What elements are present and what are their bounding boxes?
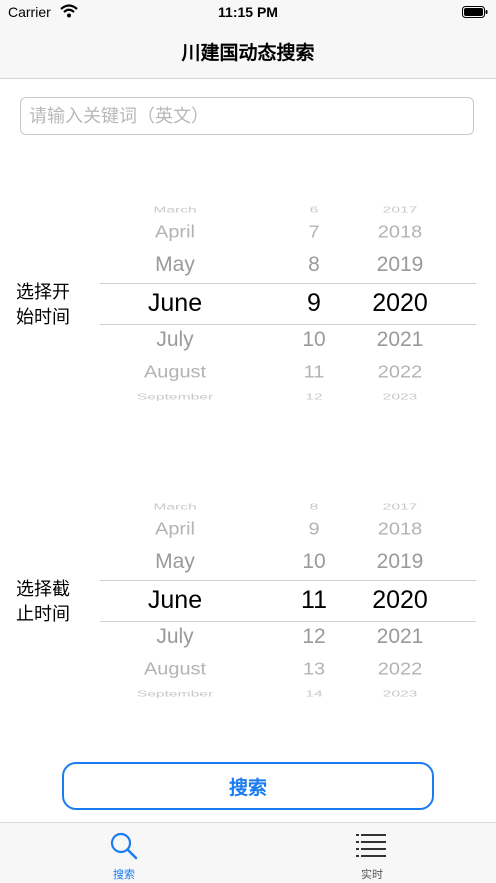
picker-year-option[interactable]: 2021: [320, 625, 480, 649]
picker-month-option[interactable]: July: [95, 328, 255, 352]
navigation-bar: 川建国动态搜索: [0, 24, 496, 79]
picker-year-option[interactable]: 2017: [304, 205, 496, 215]
picker-month-option[interactable]: July: [95, 625, 255, 649]
status-bar: Carrier 11:15 PM: [0, 0, 496, 24]
battery-icon: [462, 6, 488, 18]
picker-month-option[interactable]: May: [95, 550, 255, 574]
page-title: 川建国动态搜索: [181, 42, 315, 64]
list-icon: [356, 834, 386, 857]
end-date-picker[interactable]: March April May June July August September 8 9 10…: [100, 491, 480, 711]
picker-year-option[interactable]: 2020: [320, 289, 480, 318]
picker-year-option[interactable]: 2018: [316, 223, 484, 243]
picker-year-option[interactable]: 2020: [320, 586, 480, 615]
picker-year-option[interactable]: 2022: [316, 363, 484, 383]
tab-search[interactable]: 搜索: [0, 823, 248, 883]
picker-year-option[interactable]: 2018: [316, 520, 484, 540]
picker-year-option[interactable]: 2019: [320, 253, 480, 277]
tab-realtime[interactable]: 实时: [248, 823, 496, 883]
status-time: 11:15 PM: [218, 4, 278, 20]
picker-year-option[interactable]: 2023: [304, 689, 496, 699]
tab-search-label: 搜索: [113, 868, 135, 881]
keyword-search-input[interactable]: [20, 97, 474, 135]
picker-month-option[interactable]: May: [95, 253, 255, 277]
picker-year-option[interactable]: 2019: [320, 550, 480, 574]
search-button[interactable]: 搜索: [62, 762, 434, 810]
end-time-label: 选择截止时间: [16, 579, 70, 625]
tab-bar: 搜索 实时: [0, 822, 496, 883]
picker-year-option[interactable]: 2017: [304, 502, 496, 512]
start-date-picker[interactable]: March April May June July August September 6 7 8 9…: [100, 194, 480, 414]
picker-month-option[interactable]: June: [95, 586, 255, 615]
tab-realtime-label: 实时: [361, 868, 383, 881]
picker-year-option[interactable]: 2021: [320, 328, 480, 352]
magnifier-icon: [110, 832, 138, 860]
picker-month-option[interactable]: June: [95, 289, 255, 318]
picker-year-option[interactable]: 2022: [316, 660, 484, 680]
picker-year-option[interactable]: 2023: [304, 392, 496, 402]
start-time-label: 选择开始时间: [16, 282, 70, 328]
